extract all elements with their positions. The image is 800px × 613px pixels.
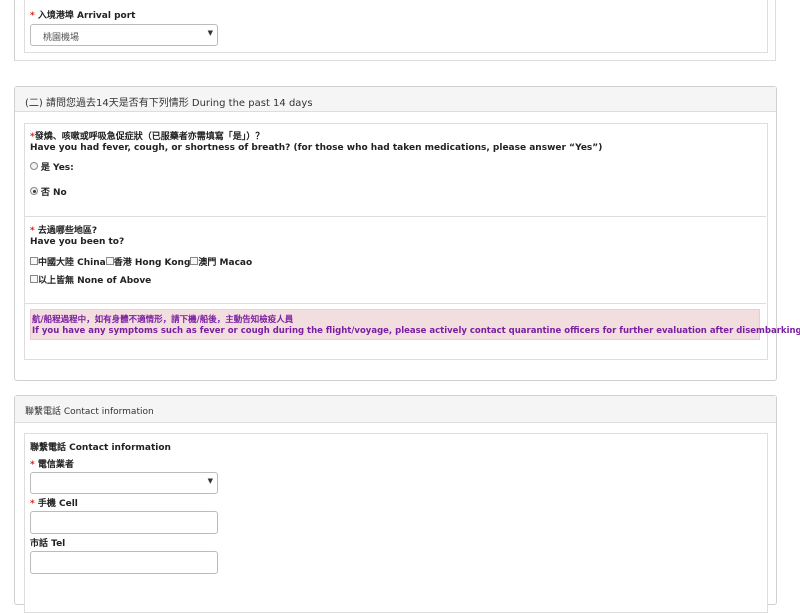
arrival-port-label-text: 入境港埠 Arrival port xyxy=(37,11,136,21)
required-marker: * xyxy=(30,226,35,236)
region-checkbox-row: 中國大陸 China 香港 Hong Kong 澳門 Macao xyxy=(30,255,252,268)
fever-option-yes[interactable]: 是 Yes: xyxy=(30,160,74,173)
required-marker: * xyxy=(30,460,35,470)
carrier-label: * 電信業者 xyxy=(30,457,74,470)
option-no-label: 否 No xyxy=(40,188,67,198)
contact-subtitle: 聯繫電話 Contact information xyxy=(30,443,171,453)
symptoms-panel-header: (二) 請問您過去14天是否有下列情形 During the past 14 d… xyxy=(15,87,776,112)
fever-option-no[interactable]: 否 No xyxy=(30,185,67,198)
carrier-label-text: 電信業者 xyxy=(37,460,74,470)
cell-input[interactable] xyxy=(30,511,218,534)
arrival-port-label: * 入境港埠 Arrival port xyxy=(30,8,135,21)
divider xyxy=(24,216,766,217)
regions-question: * 去過哪些地區? xyxy=(30,223,97,236)
checkbox-hong-kong[interactable] xyxy=(105,257,114,265)
radio-no[interactable] xyxy=(30,187,38,195)
regions-question-en: Have you been to? xyxy=(30,237,125,247)
contact-panel-header: 聯繫電話 Contact information xyxy=(15,396,776,423)
carrier-select[interactable]: ▼ xyxy=(30,472,218,494)
option-yes-label: 是 Yes: xyxy=(40,163,74,173)
region-macao-label: 澳門 Macao xyxy=(198,258,253,268)
quarantine-alert: 航/船程過程中，如有身體不適情形，請下機/船後，主動告知檢疫人員 If you … xyxy=(30,309,800,340)
symptoms-panel-title: (二) 請問您過去14天是否有下列情形 During the past 14 d… xyxy=(25,98,313,109)
alert-text-zh: 航/船程過程中，如有身體不適情形，請下機/船後，主動告知檢疫人員 xyxy=(32,315,294,325)
region-none-row: 以上皆無 None of Above xyxy=(30,273,151,286)
regions-question-text: 去過哪些地區? xyxy=(37,226,98,236)
contact-panel-title: 聯繫電話 Contact information xyxy=(25,407,154,417)
tel-label: 市話 Tel xyxy=(30,539,66,549)
arrival-port-select[interactable]: 桃園機場 ▼ xyxy=(30,24,218,46)
radio-yes[interactable] xyxy=(30,162,38,170)
cell-label-text: 手機 Cell xyxy=(37,499,78,509)
divider xyxy=(24,303,766,304)
chevron-down-icon: ▼ xyxy=(207,29,213,37)
required-marker: * xyxy=(30,11,35,21)
arrival-port-value: 桃園機場 xyxy=(43,33,80,43)
fever-question-text: 發燒、咳嗽或呼吸急促症狀（已服藥者亦需填寫「是」）？ xyxy=(34,132,265,142)
alert-text-en: If you have any symptoms such as fever o… xyxy=(32,326,800,336)
required-marker: * xyxy=(30,499,35,509)
region-none-label: 以上皆無 None of Above xyxy=(38,276,152,286)
fever-question-en: Have you had fever, cough, or shortness … xyxy=(30,143,603,153)
region-china-label: 中國大陸 China xyxy=(38,258,106,268)
checkbox-none[interactable] xyxy=(30,275,38,283)
chevron-down-icon: ▼ xyxy=(207,477,213,485)
cell-label: * 手機 Cell xyxy=(30,496,78,509)
checkbox-china[interactable] xyxy=(30,257,38,265)
region-hk-label: 香港 Hong Kong xyxy=(113,258,191,268)
tel-input[interactable] xyxy=(30,551,218,574)
fever-question: *發燒、咳嗽或呼吸急促症狀（已服藥者亦需填寫「是」）？ xyxy=(30,129,264,142)
